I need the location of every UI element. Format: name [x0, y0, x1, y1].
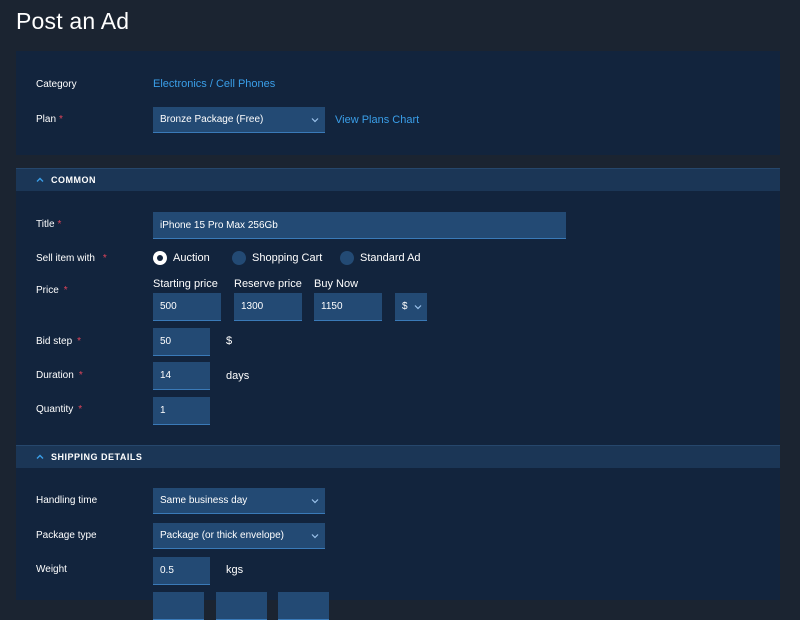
plan-select-value: Bronze Package (Free)	[160, 114, 264, 125]
chevron-up-icon	[36, 177, 44, 182]
section-title-common: COMMON	[51, 175, 96, 185]
duration-label: Duration *	[36, 370, 83, 381]
sell-item-with-label: Sell item with *	[36, 253, 107, 264]
title-input[interactable]: iPhone 15 Pro Max 256Gb	[153, 212, 566, 239]
radio-selected-icon	[153, 251, 167, 265]
bid-step-unit: $	[226, 335, 233, 347]
plan-label: Plan *	[36, 114, 63, 125]
radio-auction[interactable]: Auction	[153, 251, 210, 265]
currency-select[interactable]: $	[395, 293, 427, 321]
duration-input[interactable]: 14	[153, 362, 210, 390]
section-header-shipping[interactable]: SHIPPING DETAILS	[16, 445, 780, 468]
starting-price-input[interactable]: 500	[153, 293, 221, 321]
chevron-down-icon	[311, 534, 319, 539]
reserve-price-label: Reserve price	[234, 278, 302, 290]
section-header-common[interactable]: COMMON	[16, 168, 780, 191]
package-type-value: Package (or thick envelope)	[160, 530, 284, 541]
required-marker: *	[102, 253, 107, 264]
bid-step-label: Bid step *	[36, 336, 82, 347]
ad-details-panel: COMMON Title * iPhone 15 Pro Max 256Gb Se…	[16, 168, 780, 620]
required-marker: *	[78, 370, 83, 381]
reserve-price-input[interactable]: 1300	[234, 293, 302, 321]
required-marker: *	[59, 114, 63, 125]
buy-now-input[interactable]: 1150	[314, 293, 382, 321]
bid-step-input[interactable]: 50	[153, 328, 210, 356]
weight-input[interactable]: 0.5	[153, 557, 210, 585]
required-marker: *	[78, 404, 83, 415]
currency-select-value: $	[402, 301, 408, 312]
dimension-width-input[interactable]	[216, 592, 267, 620]
chevron-down-icon	[311, 118, 319, 123]
radio-standard-ad[interactable]: Standard Ad	[340, 251, 421, 265]
dimension-length-input[interactable]	[153, 592, 204, 620]
handling-time-label: Handling time	[36, 495, 98, 506]
radio-unselected-icon	[232, 251, 246, 265]
page-title: Post an Ad	[16, 8, 130, 34]
handling-time-value: Same business day	[160, 495, 248, 506]
chevron-down-icon	[414, 305, 422, 310]
handling-time-select[interactable]: Same business day	[153, 488, 325, 514]
package-type-select[interactable]: Package (or thick envelope)	[153, 523, 325, 549]
plan-select[interactable]: Bronze Package (Free)	[153, 107, 325, 133]
radio-unselected-icon	[340, 251, 354, 265]
duration-unit: days	[226, 370, 250, 382]
chevron-down-icon	[311, 499, 319, 504]
required-marker: *	[57, 219, 62, 230]
chevron-up-icon	[36, 454, 44, 459]
section-title-shipping: SHIPPING DETAILS	[51, 452, 143, 462]
category-link[interactable]: Electronics / Cell Phones	[153, 78, 275, 90]
package-type-label: Package type	[36, 530, 97, 541]
radio-shopping-cart[interactable]: Shopping Cart	[232, 251, 322, 265]
required-marker: *	[63, 285, 68, 296]
weight-label: Weight	[36, 564, 67, 575]
quantity-input[interactable]: 1	[153, 397, 210, 425]
price-label: Price *	[36, 285, 68, 296]
ad-category-panel: Category Electronics / Cell Phones Plan *…	[16, 51, 780, 155]
radio-auction-label: Auction	[173, 252, 210, 264]
weight-unit: kgs	[226, 564, 244, 576]
starting-price-label: Starting price	[153, 278, 218, 290]
required-marker: *	[77, 336, 82, 347]
category-label: Category	[36, 79, 77, 90]
title-label: Title *	[36, 219, 62, 230]
dimension-height-input[interactable]	[278, 592, 329, 620]
radio-standard-ad-label: Standard Ad	[360, 252, 421, 264]
radio-shopping-cart-label: Shopping Cart	[252, 252, 323, 264]
buy-now-label: Buy Now	[314, 278, 359, 290]
view-plans-chart-link[interactable]: View Plans Chart	[335, 114, 419, 126]
quantity-label: Quantity *	[36, 404, 83, 415]
